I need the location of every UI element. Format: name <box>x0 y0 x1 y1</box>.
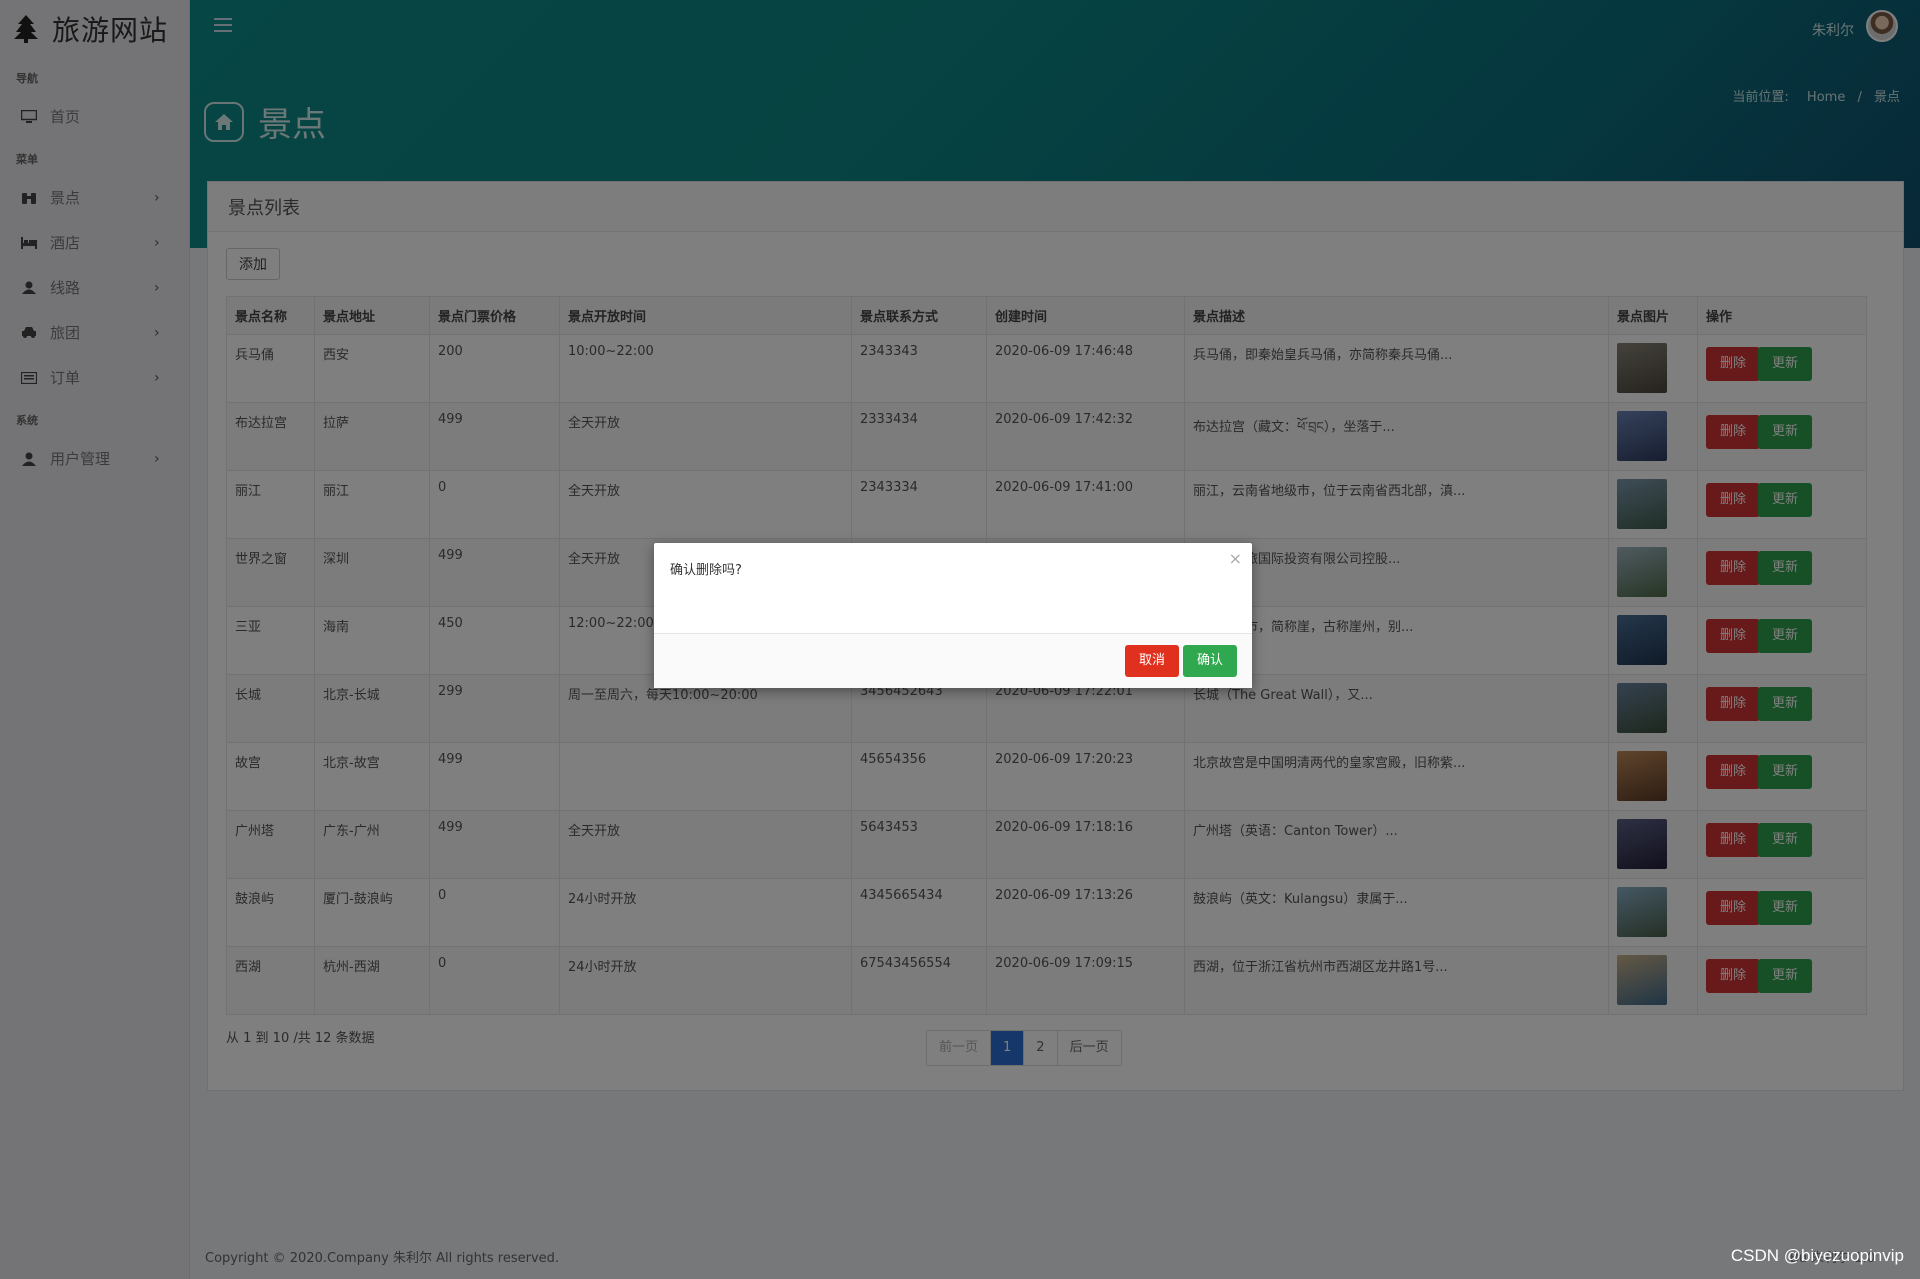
confirm-button[interactable]: 确认 <box>1183 645 1237 677</box>
cancel-button[interactable]: 取消 <box>1125 645 1179 677</box>
dialog-message: 确认删除吗? <box>654 543 1252 634</box>
close-icon[interactable]: × <box>1229 549 1242 568</box>
confirm-delete-dialog: × 确认删除吗? 取消 确认 <box>654 543 1252 688</box>
watermark: CSDN @biyezuopinvip <box>1730 1246 1904 1265</box>
dialog-footer: 取消 确认 <box>654 634 1252 688</box>
